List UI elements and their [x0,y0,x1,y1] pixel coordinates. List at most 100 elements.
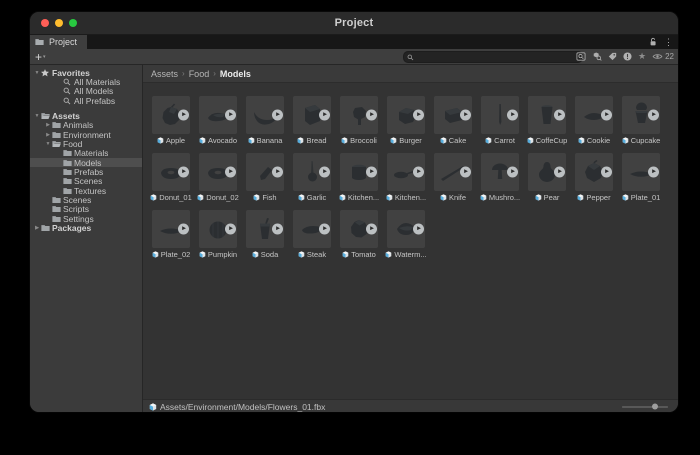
expand-subassets-icon[interactable]: ▶ [601,110,612,121]
sidebar-item-scripts[interactable]: Scripts [30,205,142,214]
sidebar-item-all-materials[interactable]: All Materials [30,77,142,86]
expand-subassets-icon[interactable]: ▶ [366,110,377,121]
expand-subassets-icon[interactable]: ▶ [507,167,518,178]
sidebar-item-assets[interactable]: ▼ Assets [30,111,142,120]
asset-tile-donut-02[interactable]: ▶ Donut_02 [199,153,237,203]
sidebar-item-textures[interactable]: Textures [30,186,142,195]
asset-tile-pepper[interactable]: ▶ Pepper [575,153,613,203]
sidebar-item-packages[interactable]: ▶ Packages [30,224,142,233]
breadcrumb-food[interactable]: Food [189,69,210,79]
asset-tile-plate-01[interactable]: ▶ Plate_01 [622,153,660,203]
sidebar-item-scenes[interactable]: Scenes [30,177,142,186]
sidebar-item-food[interactable]: ▼ Food [30,139,142,148]
expand-subassets-icon[interactable]: ▶ [225,110,236,121]
expand-subassets-icon[interactable]: ▶ [319,224,330,235]
asset-tile-fish[interactable]: ▶ Fish [246,153,284,203]
expand-subassets-icon[interactable]: ▶ [178,110,189,121]
asset-tile-tomato[interactable]: ▶ Tomato [340,210,378,260]
asset-tile-cookie[interactable]: ▶ Cookie [575,96,613,146]
thumbnail-size-slider[interactable] [622,403,668,410]
sidebar-item-materials[interactable]: Materials [30,149,142,158]
breadcrumb-models[interactable]: Models [220,69,251,79]
sidebar-item-environment[interactable]: ▶ Environment [30,130,142,139]
tab-project[interactable]: Project [30,35,87,49]
sidebar-item-all-models[interactable]: All Models [30,87,142,96]
tree-caret-icon[interactable]: ▼ [33,113,41,119]
asset-tile-pumpkin[interactable]: ▶ Pumpkin [199,210,237,260]
slider-handle[interactable] [652,404,658,410]
close-button[interactable] [41,19,49,27]
tree-caret-icon[interactable]: ▶ [44,132,52,138]
unlock-icon[interactable] [649,37,657,47]
expand-subassets-icon[interactable]: ▶ [601,167,612,178]
expand-subassets-icon[interactable]: ▶ [272,224,283,235]
asset-tile-garlic[interactable]: ▶ Garlic [293,153,331,203]
expand-subassets-icon[interactable]: ▶ [272,110,283,121]
expand-subassets-icon[interactable]: ▶ [319,110,330,121]
asset-tile-plate-02[interactable]: ▶ Plate_02 [152,210,190,260]
asset-tile-coffecup[interactable]: ▶ CoffeCup [528,96,566,146]
search-by-type-icon[interactable] [592,52,602,61]
search-input[interactable] [414,53,579,62]
search-by-label-icon[interactable] [608,52,617,61]
create-button[interactable]: + ▾ [35,52,46,62]
asset-tile-soda[interactable]: ▶ Soda [246,210,284,260]
expand-subassets-icon[interactable]: ▶ [225,167,236,178]
minimize-button[interactable] [55,19,63,27]
sidebar-item-scenes[interactable]: Scenes [30,195,142,204]
expand-subassets-icon[interactable]: ▶ [366,167,377,178]
asset-tile-burger[interactable]: ▶ Burger [387,96,425,146]
expand-subassets-icon[interactable]: ▶ [225,224,236,235]
import-log-icon[interactable] [623,52,632,61]
expand-subassets-icon[interactable]: ▶ [413,224,424,235]
expand-subassets-icon[interactable]: ▶ [554,110,565,121]
open-search-window-icon[interactable] [576,52,586,61]
expand-subassets-icon[interactable]: ▶ [272,167,283,178]
menu-kebab-icon[interactable]: ⋮ [664,38,673,47]
maximize-button[interactable] [69,19,77,27]
expand-subassets-icon[interactable]: ▶ [554,167,565,178]
tree-caret-icon[interactable]: ▶ [33,225,41,231]
expand-subassets-icon[interactable]: ▶ [413,110,424,121]
asset-tile-kitchen[interactable]: ▶ Kitchen... [340,153,378,203]
asset-tile-banana[interactable]: ▶ Banana [246,96,284,146]
expand-subassets-icon[interactable]: ▶ [460,167,471,178]
expand-subassets-icon[interactable]: ▶ [366,224,377,235]
slider-track[interactable] [622,406,668,408]
asset-tile-broccoli[interactable]: ▶ Broccoli [340,96,378,146]
asset-tile-donut-01[interactable]: ▶ Donut_01 [152,153,190,203]
expand-subassets-icon[interactable]: ▶ [648,167,659,178]
breadcrumb-assets[interactable]: Assets [151,69,178,79]
expand-subassets-icon[interactable]: ▶ [319,167,330,178]
save-search-star-icon[interactable]: ★ [638,52,646,61]
expand-subassets-icon[interactable]: ▶ [413,167,424,178]
hidden-items-toggle[interactable]: 22 [652,52,674,61]
search-field[interactable] [403,51,583,63]
asset-tile-waterm[interactable]: ▶ Waterm... [387,210,425,260]
asset-tile-mushro[interactable]: ▶ Mushro... [481,153,519,203]
asset-tile-carrot[interactable]: ▶ Carrot [481,96,519,146]
asset-tile-steak[interactable]: ▶ Steak [293,210,331,260]
asset-tile-cake[interactable]: ▶ Cake [434,96,472,146]
asset-tile-apple[interactable]: ▶ Apple [152,96,190,146]
asset-tile-kitchen[interactable]: ▶ Kitchen... [387,153,425,203]
asset-tile-knife[interactable]: ▶ Knife [434,153,472,203]
sidebar-item-animals[interactable]: ▶ Animals [30,121,142,130]
expand-subassets-icon[interactable]: ▶ [178,167,189,178]
asset-tile-avocado[interactable]: ▶ Avocado [199,96,237,146]
sidebar-item-favorites[interactable]: ▼ Favorites [30,68,142,77]
asset-tile-bread[interactable]: ▶ Bread [293,96,331,146]
tree-caret-icon[interactable]: ▶ [44,122,52,128]
sidebar-item-all-prefabs[interactable]: All Prefabs [30,96,142,105]
expand-subassets-icon[interactable]: ▶ [178,224,189,235]
sidebar-item-settings[interactable]: Settings [30,214,142,223]
expand-subassets-icon[interactable]: ▶ [460,110,471,121]
asset-tile-pear[interactable]: ▶ Pear [528,153,566,203]
sidebar-item-models[interactable]: Models [30,158,142,167]
sidebar-item-prefabs[interactable]: Prefabs [30,167,142,176]
expand-subassets-icon[interactable]: ▶ [648,110,659,121]
asset-tile-cupcake[interactable]: ▶ Cupcake [622,96,660,146]
expand-subassets-icon[interactable]: ▶ [507,110,518,121]
tree-caret-icon[interactable]: ▼ [44,141,52,147]
tree-caret-icon[interactable]: ▼ [33,70,41,76]
